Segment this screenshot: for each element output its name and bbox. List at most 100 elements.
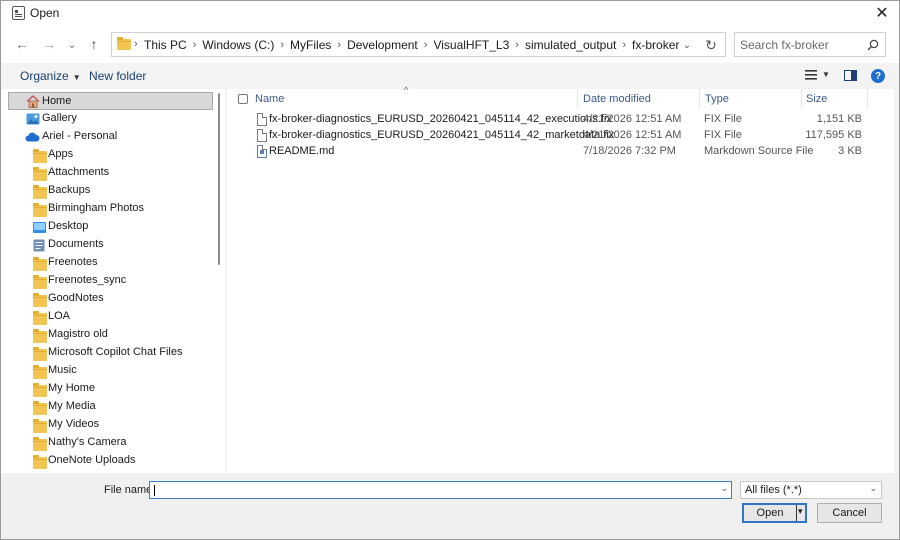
- column-header-date-modified[interactable]: Date modified: [583, 89, 651, 109]
- refresh-icon[interactable]: ↻: [702, 36, 720, 54]
- file-type: FIX File: [704, 129, 742, 141]
- organize-label: Organize: [20, 69, 69, 83]
- folder-icon: [33, 347, 47, 361]
- sidebar-item-music[interactable]: Music: [8, 362, 213, 380]
- address-bar[interactable]: › This PC › Windows (C:) › MyFiles › Dev…: [111, 32, 726, 57]
- breadcrumb: This PC › Windows (C:) › MyFiles › Devel…: [144, 38, 679, 52]
- breadcrumb-this-pc[interactable]: This PC: [144, 38, 187, 52]
- search-input[interactable]: [740, 37, 868, 52]
- sidebar-item-label: My Home: [48, 382, 96, 394]
- sidebar-item-freenotes[interactable]: Freenotes: [8, 254, 213, 272]
- breadcrumb-fx-broker[interactable]: fx-broker: [632, 38, 679, 52]
- file-type-value: All files (*.*): [745, 484, 802, 496]
- sidebar-item-documents[interactable]: Documents: [8, 236, 213, 254]
- breadcrumb-development[interactable]: Development: [347, 38, 418, 52]
- sidebar-item-label: Apps: [48, 148, 74, 160]
- sidebar-item-home[interactable]: Home: [8, 92, 213, 110]
- open-button-label: Open: [756, 507, 784, 519]
- column-header-name[interactable]: Name: [255, 89, 284, 109]
- desktop-icon: [33, 222, 46, 233]
- sidebar-item-copilot-chat-files[interactable]: Microsoft Copilot Chat Files: [8, 344, 213, 362]
- open-dropdown-arrow-icon[interactable]: ▾: [798, 506, 803, 517]
- window-title: Open: [30, 6, 60, 20]
- file-row[interactable]: README.md 7/18/2026 7:32 PM Markdown Sou…: [227, 144, 894, 160]
- folder-icon: [33, 149, 47, 163]
- breadcrumb-separator[interactable]: ›: [193, 39, 197, 51]
- view-options-caret-icon[interactable]: ▼: [822, 70, 830, 79]
- open-file-dialog: Open ✕ ← → ⌄ ↑ › This PC › Windows (C:) …: [0, 0, 900, 540]
- breadcrumb-visualhft-l3[interactable]: VisualHFT_L3: [433, 38, 509, 52]
- file-type-chevron-icon[interactable]: ⌄: [869, 483, 877, 494]
- forward-arrow-icon[interactable]: →: [38, 33, 60, 55]
- file-row[interactable]: fx-broker-diagnostics_EURUSD_20260421_04…: [227, 112, 894, 128]
- sidebar-item-nathys-camera[interactable]: Nathy's Camera: [8, 434, 213, 452]
- sidebar-item-onenote-uploads[interactable]: OneNote Uploads: [8, 452, 213, 470]
- breadcrumb-separator[interactable]: ›: [424, 39, 428, 51]
- sidebar-item-label: Documents: [48, 238, 104, 250]
- file-name-input[interactable]: [153, 483, 713, 497]
- search-box[interactable]: [734, 32, 886, 57]
- column-divider[interactable]: [699, 89, 700, 109]
- folder-icon: [33, 455, 47, 469]
- breadcrumb-simulated-output[interactable]: simulated_output: [525, 38, 616, 52]
- breadcrumb-separator[interactable]: ›: [622, 39, 626, 51]
- new-folder-button[interactable]: New folder: [89, 69, 146, 83]
- organize-button[interactable]: Organize ▼: [20, 69, 81, 83]
- breadcrumb-separator[interactable]: ›: [280, 39, 284, 51]
- sidebar-item-loa[interactable]: LOA: [8, 308, 213, 326]
- folder-icon: [33, 167, 47, 181]
- sidebar-item-label: Magistro old: [48, 328, 108, 340]
- sidebar-item-gallery[interactable]: Gallery: [8, 110, 213, 128]
- sidebar-item-label: My Videos: [48, 418, 100, 430]
- dialog-footer: File name: ⌄ All files (*.*) ⌄ Open ▾ Ca…: [1, 473, 899, 539]
- column-divider[interactable]: [801, 89, 802, 109]
- file-type-select[interactable]: All files (*.*) ⌄: [740, 481, 882, 499]
- sidebar-item-goodnotes[interactable]: GoodNotes: [8, 290, 213, 308]
- navigation-row: ← → ⌄ ↑ › This PC › Windows (C:) › MyFil…: [1, 25, 899, 63]
- navigation-scrollbar[interactable]: [217, 89, 221, 473]
- column-divider[interactable]: [867, 89, 868, 109]
- split-divider: [796, 505, 797, 521]
- column-header-type[interactable]: Type: [705, 89, 729, 109]
- file-row[interactable]: fx-broker-diagnostics_EURUSD_20260421_04…: [227, 128, 894, 144]
- file-name-dropdown-chevron-icon[interactable]: ⌄: [720, 483, 728, 494]
- sidebar-item-label: Birmingham Photos: [48, 202, 144, 214]
- sidebar-item-birmingham-photos[interactable]: Birmingham Photos: [8, 200, 213, 218]
- up-arrow-icon[interactable]: ↑: [83, 33, 105, 55]
- breadcrumb-separator[interactable]: ›: [515, 39, 519, 51]
- close-button[interactable]: ✕: [865, 1, 899, 25]
- select-all-checkbox[interactable]: [238, 94, 248, 104]
- sidebar-item-backups[interactable]: Backups: [8, 182, 213, 200]
- preview-pane-icon[interactable]: [844, 70, 857, 81]
- help-icon[interactable]: ?: [871, 69, 885, 83]
- sidebar-item-attachments[interactable]: Attachments: [8, 164, 213, 182]
- file-size: 117,595 KB: [805, 129, 862, 141]
- sidebar-item-apps[interactable]: Apps: [8, 146, 213, 164]
- search-icon[interactable]: [867, 39, 879, 51]
- column-divider[interactable]: [577, 89, 578, 109]
- open-button[interactable]: Open ▾: [742, 503, 807, 523]
- fix-file-icon: [257, 113, 267, 126]
- back-arrow-icon[interactable]: ←: [11, 33, 33, 55]
- sidebar-item-my-home[interactable]: My Home: [8, 380, 213, 398]
- breadcrumb-myfiles[interactable]: MyFiles: [290, 38, 331, 52]
- view-options-icon[interactable]: [805, 70, 817, 80]
- sidebar-item-freenotes-sync[interactable]: Freenotes_sync: [8, 272, 213, 290]
- sidebar-item-desktop[interactable]: Desktop: [8, 218, 213, 236]
- scrollbar-thumb[interactable]: [218, 93, 220, 265]
- address-dropdown-chevron-icon[interactable]: ⌄: [680, 37, 694, 53]
- column-header-size[interactable]: Size: [806, 89, 827, 109]
- folder-icon: [33, 203, 47, 217]
- cancel-button[interactable]: Cancel: [817, 503, 882, 523]
- breadcrumb-separator[interactable]: ›: [337, 39, 341, 51]
- folder-icon: [33, 419, 47, 433]
- breadcrumb-windows-c[interactable]: Windows (C:): [202, 38, 274, 52]
- sidebar-item-label: Nathy's Camera: [48, 436, 127, 448]
- sidebar-item-my-videos[interactable]: My Videos: [8, 416, 213, 434]
- sidebar-item-magistro-old[interactable]: Magistro old: [8, 326, 213, 344]
- sidebar-item-ariel-personal[interactable]: Ariel - Personal: [8, 128, 213, 146]
- file-name-combobox[interactable]: ⌄: [149, 481, 732, 499]
- sidebar-item-label: Ariel - Personal: [42, 130, 118, 142]
- sidebar-item-my-media[interactable]: My Media: [8, 398, 213, 416]
- recent-locations-chevron-icon[interactable]: ⌄: [61, 33, 83, 55]
